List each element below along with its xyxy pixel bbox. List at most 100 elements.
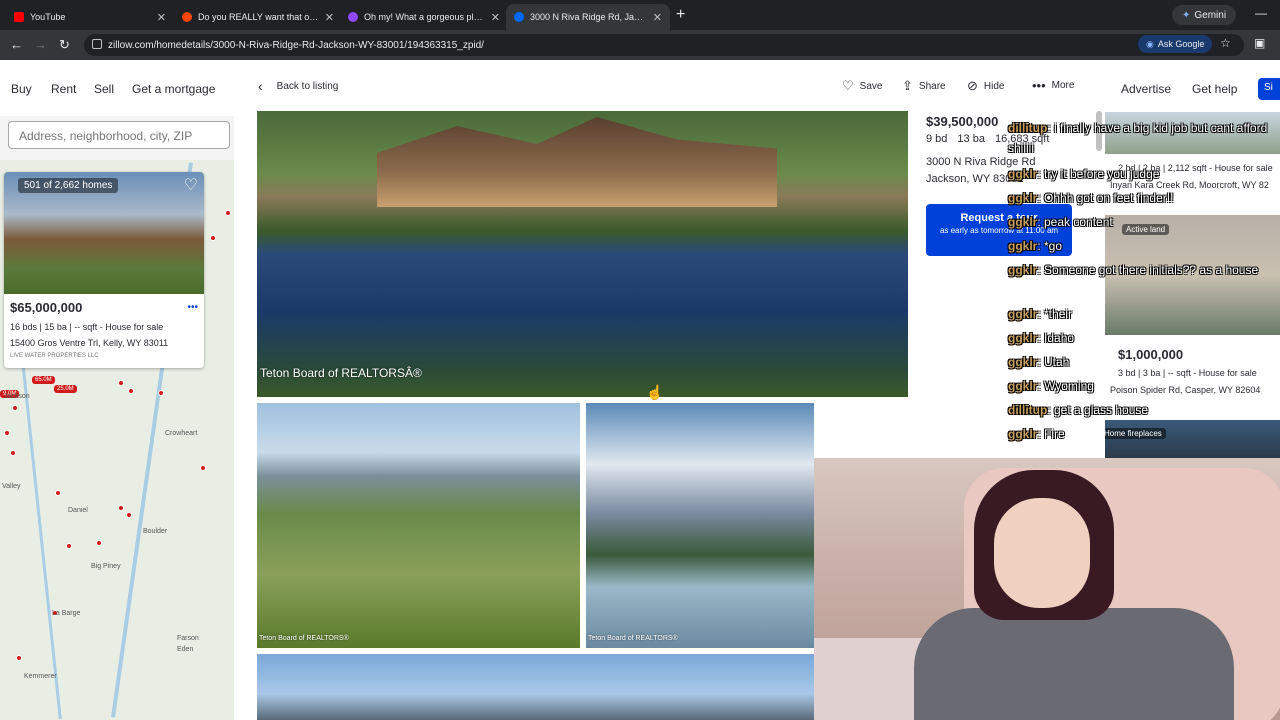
photo-credit: Teton Board of REALTORS® xyxy=(588,635,678,642)
map-marker[interactable] xyxy=(200,465,206,471)
gallery-photo[interactable]: Teton Board of REALTORS® xyxy=(257,403,580,648)
nav-get-help[interactable]: Get help xyxy=(1192,82,1237,96)
chat-message: ggklr: Someone got there initials?? as a… xyxy=(1008,260,1276,280)
close-icon[interactable]: ✕ xyxy=(157,11,166,24)
chat-user: dillitup xyxy=(1008,403,1048,417)
map-marker[interactable] xyxy=(158,390,164,396)
map-marker[interactable] xyxy=(10,450,16,456)
more-dots-icon: ••• xyxy=(1032,78,1046,93)
tab-title: 3000 N Riva Ridge Rd, Jackson, xyxy=(530,12,647,22)
tab-youtube[interactable]: YouTube ✕ xyxy=(6,4,174,30)
map-marker[interactable] xyxy=(118,505,124,511)
location-search-input[interactable]: Address, neighborhood, city, ZIP xyxy=(8,121,230,149)
chat-message: ggklr: Ohhh got on feet finder!! xyxy=(1008,188,1276,208)
chat-user: ggklr xyxy=(1008,191,1038,205)
webcam-overlay xyxy=(814,458,1280,720)
more-options-icon[interactable]: ••• xyxy=(187,302,198,313)
map-marker[interactable] xyxy=(12,405,18,411)
nav-rent[interactable]: Rent xyxy=(51,82,76,96)
baths: 13 ba xyxy=(957,133,985,145)
reddit-icon xyxy=(182,12,192,22)
url-text: zillow.com/homedetails/3000-N-Riva-Ridge… xyxy=(108,39,484,51)
streamer-face xyxy=(994,498,1090,608)
new-tab-icon[interactable]: + xyxy=(676,6,685,24)
map-marker[interactable] xyxy=(66,543,72,549)
streamer-shirt xyxy=(914,608,1234,720)
save-button[interactable]: ♡ Save xyxy=(842,78,882,94)
map-listing-card[interactable]: 501 of 2,662 homes ♡ ••• $65,000,000 16 … xyxy=(4,172,204,368)
hero-photo[interactable]: Teton Board of REALTORSÂ® xyxy=(257,111,908,397)
chat-user: ggklr xyxy=(1008,427,1038,441)
map-marker[interactable] xyxy=(128,388,134,394)
map-marker[interactable] xyxy=(210,235,216,241)
chat-user: ggklr xyxy=(1008,215,1038,229)
close-icon[interactable]: ✕ xyxy=(653,11,662,24)
chat-user: ggklr xyxy=(1008,239,1038,253)
chat-message: ggklr: peak content xyxy=(1008,212,1276,232)
chat-message: ggklr: Wyoming xyxy=(1008,376,1276,396)
chat-text: : get a glass house xyxy=(1047,403,1149,417)
listing-address: 15400 Gros Ventre Trl, Kelly, WY 83011 xyxy=(10,338,169,348)
chat-message: ggklr: *their xyxy=(1008,304,1276,324)
map-marker[interactable] xyxy=(118,380,124,386)
listing-broker: LIVE WATER PROPERTIES LLC xyxy=(10,353,99,359)
reload-icon[interactable]: ↻ xyxy=(59,37,70,53)
mouse-cursor-icon: ☝ xyxy=(646,384,664,400)
nav-buy[interactable]: Buy xyxy=(11,82,32,96)
ask-google-label: Ask Google xyxy=(1157,39,1205,49)
minimize-icon[interactable]: — xyxy=(1255,6,1267,20)
address-bar[interactable]: zillow.com/homedetails/3000-N-Riva-Ridge… xyxy=(84,34,1244,56)
gallery-photo[interactable] xyxy=(257,654,814,720)
back-to-listing-link[interactable]: ‹ Back to listing xyxy=(258,78,338,94)
chat-text: : Wyoming xyxy=(1037,379,1094,393)
gallery-photo[interactable]: Teton Board of REALTORS® xyxy=(586,403,814,648)
gemini-label: Gemini xyxy=(1194,9,1227,21)
share-button[interactable]: ⇪ Share xyxy=(902,78,946,94)
chat-user: dillitup xyxy=(1008,121,1048,135)
map-marker[interactable] xyxy=(225,210,231,216)
back-icon[interactable]: ← xyxy=(10,37,23,52)
map-label: Farson xyxy=(177,635,199,642)
house-image xyxy=(377,117,777,207)
more-button[interactable]: ••• More xyxy=(1032,78,1074,93)
share-icon: ⇪ xyxy=(902,78,913,93)
map-marker[interactable] xyxy=(96,540,102,546)
map-marker[interactable] xyxy=(4,430,10,436)
nav-advertise[interactable]: Advertise xyxy=(1121,82,1171,96)
chat-text: : Idaho xyxy=(1037,331,1075,345)
map-price-pill[interactable]: 65.0M xyxy=(32,376,55,384)
nav-sell[interactable]: Sell xyxy=(94,82,114,96)
chat-user: ggklr xyxy=(1008,307,1038,321)
map-price-pill[interactable]: 25.0M xyxy=(54,385,77,393)
ask-google-button[interactable]: ◉ Ask Google xyxy=(1138,35,1213,53)
chat-text: : Utah xyxy=(1037,355,1070,369)
chat-user: ggklr xyxy=(1008,379,1038,393)
map-marker[interactable] xyxy=(55,490,61,496)
chat-message: dillitup: i finally have a big kid job b… xyxy=(1008,118,1276,158)
forward-icon[interactable]: → xyxy=(34,37,47,52)
close-icon[interactable]: ✕ xyxy=(325,11,334,24)
chat-message: ggklr: Fire xyxy=(1008,424,1276,444)
gemini-button[interactable]: ✦ Gemini xyxy=(1172,5,1237,25)
map-label: Boulder xyxy=(143,528,168,535)
chat-user: ggklr xyxy=(1008,331,1038,345)
browser-toolbar: ← → ↻ zillow.com/homedetails/3000-N-Riva… xyxy=(0,30,1280,60)
map-marker[interactable] xyxy=(16,655,22,661)
nav-get-a-mortgage[interactable]: Get a mortgage xyxy=(132,82,215,96)
tab-zillow[interactable]: 3000 N Riva Ridge Rd, Jackson, ✕ xyxy=(506,4,670,30)
map-marker[interactable] xyxy=(126,512,132,518)
listing-photo[interactable]: 501 of 2,662 homes ♡ xyxy=(4,172,204,294)
listing-meta: 16 bds | 15 ba | -- sqft - House for sal… xyxy=(10,322,164,332)
chat-text: : peak content xyxy=(1037,215,1113,229)
bookmark-star-icon[interactable]: ☆ xyxy=(1220,36,1231,50)
site-info-icon[interactable] xyxy=(92,39,102,49)
sign-in-button[interactable]: Si xyxy=(1258,78,1280,100)
hide-button[interactable]: ⊘ Hide xyxy=(967,78,1004,94)
photo-credit: Teton Board of REALTORS® xyxy=(259,635,349,642)
tab-twitch[interactable]: Oh my! What a gorgeous place ✕ xyxy=(340,4,508,30)
profile-icon[interactable]: ▣ xyxy=(1254,36,1265,50)
zillow-icon xyxy=(514,12,524,22)
favorite-heart-icon[interactable]: ♡ xyxy=(184,175,198,195)
tab-reddit[interactable]: Do you REALLY want that on yo ✕ xyxy=(174,4,342,30)
close-icon[interactable]: ✕ xyxy=(491,11,500,24)
